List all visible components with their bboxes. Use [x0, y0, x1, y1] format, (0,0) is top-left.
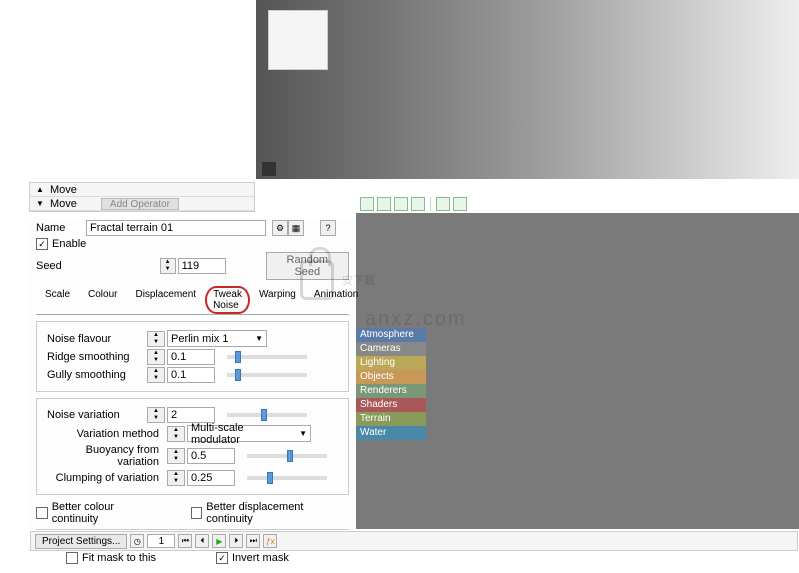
viewport-toolbar [356, 195, 796, 213]
move-down-arrow-icon[interactable]: ▼ [34, 199, 46, 209]
fit-mask-checkbox[interactable] [66, 552, 78, 564]
step-forward-icon[interactable]: ⏵ [229, 534, 243, 548]
noise-flavour-label: Noise flavour [47, 333, 147, 345]
clumping-input[interactable] [187, 470, 235, 486]
tab-colour[interactable]: Colour [79, 286, 126, 314]
name-label: Name [36, 222, 86, 234]
noise-variation-label: Noise variation [47, 409, 147, 421]
tab-row: Scale Colour Displacement Tweak Noise Wa… [36, 286, 349, 315]
buoyancy-slider[interactable] [247, 454, 327, 458]
frame-input[interactable] [147, 534, 175, 548]
function-icon[interactable]: ƒx [263, 534, 277, 548]
buoyancy-input[interactable] [187, 448, 235, 464]
better-colour-label: Better colour continuity [52, 501, 161, 525]
invert-mask-label: Invert mask [232, 552, 289, 564]
variation-method-label: Variation method [47, 428, 167, 440]
category-objects[interactable]: Objects [356, 370, 426, 384]
move-up-arrow-icon[interactable]: ▲ [34, 185, 46, 195]
tab-scale[interactable]: Scale [36, 286, 79, 314]
ridge-smoothing-input[interactable] [167, 349, 215, 365]
render-icon[interactable] [360, 197, 374, 211]
noise-group: Noise flavour ▲▼ Perlin mix 1▼ Ridge smo… [36, 321, 349, 392]
seed-label: Seed [36, 260, 80, 272]
category-shaders[interactable]: Shaders [356, 398, 426, 412]
noise-variation-stepper[interactable]: ▲▼ [147, 407, 165, 423]
category-renderers[interactable]: Renderers [356, 384, 426, 398]
preview-thumbnail[interactable] [268, 10, 328, 70]
better-disp-checkbox[interactable] [191, 507, 203, 519]
variation-method-stepper[interactable]: ▲▼ [167, 426, 185, 442]
clock-icon[interactable]: ◷ [130, 534, 144, 548]
viewport-3d[interactable]: Atmosphere Cameras Lighting Objects Rend… [356, 213, 799, 529]
category-water[interactable]: Water [356, 426, 426, 440]
operator-panel: ▲ Move ▼ Move Add Operator [29, 182, 255, 212]
better-disp-label: Better displacement continuity [206, 501, 349, 525]
chevron-down-icon: ▼ [299, 429, 307, 438]
name-input[interactable] [86, 220, 266, 236]
gully-smoothing-slider[interactable] [227, 373, 307, 377]
ridge-smoothing-slider[interactable] [227, 355, 307, 359]
view-grid-icon[interactable] [453, 197, 467, 211]
fit-mask-label: Fit mask to this [82, 552, 156, 564]
project-settings-button[interactable]: Project Settings... [35, 534, 127, 549]
seed-input[interactable] [178, 258, 226, 274]
chevron-down-icon: ▼ [255, 334, 263, 343]
render-region-icon[interactable] [394, 197, 408, 211]
clumping-slider[interactable] [247, 476, 327, 480]
preview-expand-icon[interactable] [262, 162, 276, 176]
toolbar-separator [430, 197, 431, 211]
variation-method-dropdown[interactable]: Multi-scale modulator▼ [187, 425, 311, 442]
go-start-icon[interactable]: ⏮ [178, 534, 192, 548]
step-back-icon[interactable]: ⏴ [195, 534, 209, 548]
variation-group: Noise variation ▲▼ Variation method ▲▼ M… [36, 398, 349, 495]
clumping-label: Clumping of variation [47, 472, 167, 484]
enable-checkbox[interactable]: ✓ [36, 238, 48, 250]
view-reset-icon[interactable] [436, 197, 450, 211]
better-colour-checkbox[interactable] [36, 507, 48, 519]
gully-smoothing-input[interactable] [167, 367, 215, 383]
clumping-stepper[interactable]: ▲▼ [167, 470, 185, 486]
noise-variation-slider[interactable] [227, 413, 307, 417]
gully-smoothing-stepper[interactable]: ▲▼ [147, 367, 165, 383]
category-terrain[interactable]: Terrain [356, 412, 426, 426]
preview-area [256, 0, 799, 179]
ridge-smoothing-label: Ridge smoothing [47, 351, 147, 363]
move-down-label: Move [50, 198, 77, 210]
noise-flavour-dropdown[interactable]: Perlin mix 1▼ [167, 330, 267, 347]
category-atmosphere[interactable]: Atmosphere [356, 328, 426, 342]
properties-panel: Name ⚙ ▦ ? ✓ Enable Seed ▲▼ Random Seed … [30, 218, 355, 530]
tab-displacement[interactable]: Displacement [126, 286, 205, 314]
bottom-bar: Project Settings... ◷ ⏮ ⏴ ▶ ⏵ ⏭ ƒx [30, 531, 798, 551]
buoyancy-stepper[interactable]: ▲▼ [167, 448, 185, 464]
render-anim-icon[interactable] [411, 197, 425, 211]
category-list: Atmosphere Cameras Lighting Objects Rend… [356, 328, 426, 440]
category-lighting[interactable]: Lighting [356, 356, 426, 370]
noise-flavour-stepper[interactable]: ▲▼ [147, 331, 165, 347]
play-icon[interactable]: ▶ [212, 534, 226, 548]
seed-stepper[interactable]: ▲▼ [160, 258, 176, 274]
category-cameras[interactable]: Cameras [356, 342, 426, 356]
tab-warping[interactable]: Warping [250, 286, 305, 314]
go-end-icon[interactable]: ⏭ [246, 534, 260, 548]
random-seed-button[interactable]: Random Seed [266, 252, 349, 280]
gully-smoothing-label: Gully smoothing [47, 369, 147, 381]
render-crop-icon[interactable] [377, 197, 391, 211]
ridge-smoothing-stepper[interactable]: ▲▼ [147, 349, 165, 365]
separator [36, 529, 349, 530]
move-up-label: Move [50, 184, 77, 196]
help-icon[interactable]: ? [320, 220, 336, 236]
tab-tweak-noise[interactable]: Tweak Noise [205, 286, 250, 314]
tab-animation[interactable]: Animation [305, 286, 367, 314]
preview-icon[interactable]: ▦ [288, 220, 304, 236]
settings-icon[interactable]: ⚙ [272, 220, 288, 236]
buoyancy-label: Buoyancy from variation [47, 444, 167, 468]
invert-mask-checkbox[interactable]: ✓ [216, 552, 228, 564]
add-operator-button[interactable]: Add Operator [101, 198, 179, 210]
enable-label: Enable [52, 238, 86, 250]
